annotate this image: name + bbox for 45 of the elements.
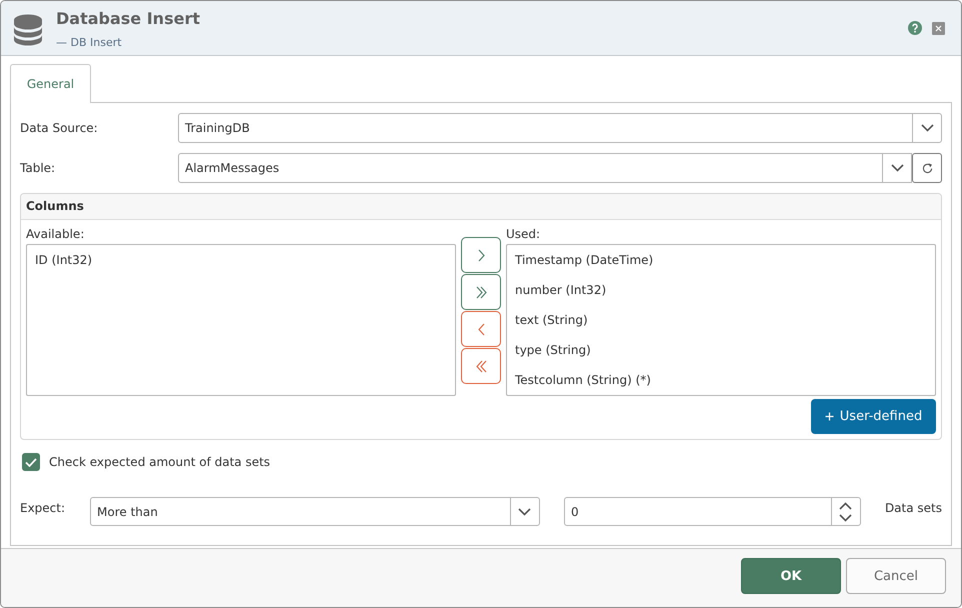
chevron-down-icon [890,164,904,172]
checkbox-label: Check expected amount of data sets [49,455,270,469]
add-button[interactable] [461,237,501,273]
remove-button[interactable] [461,311,501,347]
field-label: Expect: [20,500,66,515]
number-field[interactable]: 0 [564,497,861,526]
list-item[interactable]: ID (Int32) [27,245,455,275]
ok-button[interactable]: OK [741,558,841,594]
checkbox[interactable] [22,453,40,471]
chevron-right-icon [478,248,484,262]
list-item[interactable]: text (String) [507,305,935,335]
unit-label: Data sets [884,500,942,515]
refresh-button[interactable] [912,153,942,183]
window-subtitle: — DB Insert [56,35,122,50]
remove-all-button[interactable] [461,348,501,384]
user-defined-button[interactable]: User-defined [811,399,936,434]
chevron-left-icon [478,322,484,336]
add-all-button[interactable] [461,274,501,310]
list-item[interactable]: Timestamp (DateTime) [507,245,935,275]
help-icon[interactable] [908,21,922,35]
field-label: Data Source: [20,121,99,135]
close-icon[interactable] [932,22,945,34]
chevron-up-icon[interactable] [839,502,852,510]
cancel-button[interactable]: Cancel [846,558,946,594]
double-chevron-right-icon [476,286,486,298]
list-item[interactable]: number (Int32) [507,275,935,305]
chevron-down-icon [518,508,532,516]
plus-icon [824,412,834,421]
dropdown[interactable]: TrainingDB [178,113,942,143]
window-title: Database Insert [56,9,200,29]
tab[interactable]: General [10,64,91,103]
list-label: Used: [506,226,542,242]
chevron-down-icon[interactable] [839,514,852,522]
list-label: Available: [26,226,86,242]
list-item[interactable]: Testcolumn (String) (*) [507,365,935,395]
dropdown[interactable]: More than [90,497,540,526]
database-icon [14,14,42,46]
dropdown[interactable]: AlarmMessages [178,153,912,183]
field-label: Table: [20,161,56,175]
check-icon [25,458,37,466]
chevron-down-icon [920,124,934,132]
list-item[interactable]: type (String) [507,335,935,365]
double-chevron-left-icon [476,360,486,372]
refresh-icon [922,162,932,174]
group-header: Columns [21,194,941,220]
